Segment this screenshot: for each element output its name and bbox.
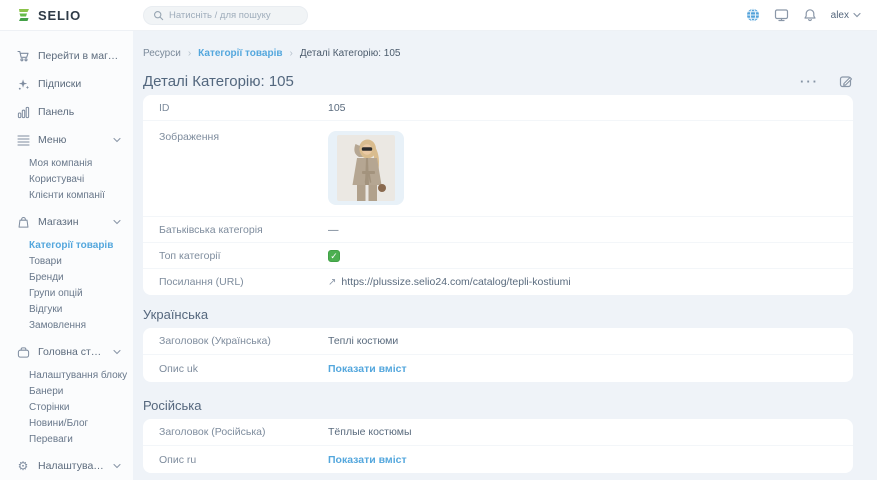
sidebar-item-users[interactable]: Користувачі [0, 172, 133, 188]
row-value-title-ru: Тёплые костюмы [328, 426, 412, 438]
row-label: Посилання (URL) [159, 276, 328, 288]
ukrainian-section-card: Заголовок (Українська) Теплі костюми Опи… [143, 328, 853, 382]
sidebar-group-homepage[interactable]: Головна сторінка [0, 340, 133, 364]
detail-row-id: ID 105 [143, 95, 853, 121]
sidebar-item-subscriptions[interactable]: Підписки [0, 72, 133, 96]
user-name: alex [831, 10, 849, 21]
sidebar-group-store[interactable]: Магазин [0, 210, 133, 234]
row-value-parent: — [328, 224, 339, 236]
notifications-bell-icon[interactable] [803, 8, 817, 22]
sidebar-item-go-to-store[interactable]: Перейти в магазин [0, 44, 133, 68]
chevron-down-icon [113, 219, 121, 225]
sidebar-item-news-blog[interactable]: Новини/Блог [0, 416, 133, 432]
breadcrumb-current: Деталі Категорію: 105 [300, 48, 401, 59]
home-page-icon [16, 346, 30, 359]
show-content-link-uk[interactable]: Показати вміст [328, 363, 407, 375]
chevron-down-icon [113, 137, 121, 143]
category-url-link[interactable]: ↗ https://plussize.selio24.com/catalog/t… [328, 276, 571, 288]
sidebar-item-brands[interactable]: Бренди [0, 270, 133, 286]
sidebar-item-option-groups[interactable]: Групи опцій [0, 286, 133, 302]
show-content-link-ru[interactable]: Показати вміст [328, 454, 407, 466]
sidebar-item-label: Меню [38, 134, 66, 146]
bar-chart-icon [16, 106, 30, 119]
main-content: Ресурси › Категорії товарів › Деталі Кат… [133, 31, 877, 480]
gear-icon: ⚙ [16, 460, 30, 472]
detail-row-image: Зображення [143, 121, 853, 217]
more-actions-icon[interactable]: ··· [800, 75, 819, 88]
detail-row-top-category: Топ категорії ✓ [143, 243, 853, 269]
row-label: Опис uk [159, 363, 328, 375]
sidebar-item-banners[interactable]: Банери [0, 384, 133, 400]
row-label: Заголовок (Українська) [159, 335, 328, 347]
shopping-bag-icon [16, 216, 30, 229]
row-label: Батьківська категорія [159, 224, 328, 236]
sidebar-item-advantages[interactable]: Переваги [0, 432, 133, 448]
section-heading-ukrainian: Українська [143, 307, 853, 323]
row-label: Топ категорії [159, 250, 328, 262]
url-text: https://plussize.selio24.com/catalog/tep… [341, 276, 570, 288]
chevron-down-icon [113, 463, 121, 469]
section-heading-russian: Російська [143, 398, 853, 414]
sidebar-item-label: Перейти в магазин [38, 50, 121, 62]
brand-logo[interactable]: SELIO [16, 7, 133, 23]
sidebar-item-label: Налаштування [38, 460, 105, 472]
row-label: ID [159, 102, 328, 114]
breadcrumb-separator: › [188, 48, 191, 59]
detail-row-title-uk: Заголовок (Українська) Теплі костюми [143, 328, 853, 355]
detail-row-url: Посилання (URL) ↗ https://plussize.selio… [143, 269, 853, 295]
category-image-thumbnail[interactable] [328, 131, 404, 205]
sidebar-item-label: Панель [38, 106, 74, 118]
sidebar-item-orders[interactable]: Замовлення [0, 318, 133, 334]
row-label: Опис ru [159, 454, 328, 466]
breadcrumb-separator: › [290, 48, 293, 59]
row-value-title-uk: Теплі костюми [328, 335, 398, 347]
sidebar-group-settings[interactable]: ⚙ Налаштування [0, 454, 133, 478]
sidebar-item-block-settings[interactable]: Налаштування блоку [0, 368, 133, 384]
breadcrumb-resources[interactable]: Ресурси [143, 48, 181, 59]
sidebar-item-company-clients[interactable]: Клієнти компанії [0, 188, 133, 204]
top-header: SELIO [0, 0, 877, 31]
category-photo [337, 135, 395, 201]
search-input[interactable] [169, 10, 298, 21]
chevron-down-icon [853, 12, 861, 18]
detail-row-description-ru: Опис ru Показати вміст [143, 446, 853, 473]
russian-section-card: Заголовок (Російська) Тёплые костюмы Опи… [143, 419, 853, 473]
chevron-down-icon [113, 349, 121, 355]
sidebar-item-dashboard[interactable]: Панель [0, 100, 133, 124]
sidebar-item-product-categories[interactable]: Категорії товарів [0, 238, 133, 254]
hamburger-menu-icon [16, 135, 30, 146]
search-icon [153, 10, 164, 21]
sparkles-icon [16, 78, 30, 91]
page-title: Деталі Категорію: 105 [143, 73, 294, 90]
sidebar-item-pages[interactable]: Сторінки [0, 400, 133, 416]
selio-logo-icon [16, 7, 32, 23]
global-search[interactable] [143, 6, 308, 25]
sidebar: Перейти в магазин Підписки Панель [0, 31, 133, 480]
detail-row-description-uk: Опис uk Показати вміст [143, 355, 853, 382]
sidebar-item-label: Магазин [38, 216, 79, 228]
display-monitor-icon[interactable] [774, 8, 789, 22]
sidebar-item-label: Підписки [38, 78, 81, 90]
top-category-checkbox[interactable]: ✓ [328, 250, 340, 262]
sidebar-item-my-company[interactable]: Моя компанія [0, 156, 133, 172]
go-to-store-cart-icon [16, 50, 30, 62]
breadcrumb-product-categories[interactable]: Категорії товарів [198, 48, 282, 59]
user-menu[interactable]: alex [831, 10, 861, 21]
row-label: Зображення [159, 131, 328, 143]
edit-pencil-icon[interactable] [839, 74, 853, 88]
sidebar-item-products[interactable]: Товари [0, 254, 133, 270]
language-globe-icon[interactable] [746, 8, 760, 22]
category-details-card: ID 105 Зображення [143, 95, 853, 295]
detail-row-title-ru: Заголовок (Російська) Тёплые костюмы [143, 419, 853, 446]
row-label: Заголовок (Російська) [159, 426, 328, 438]
breadcrumb: Ресурси › Категорії товарів › Деталі Кат… [143, 48, 853, 59]
sidebar-item-label: Головна сторінка [38, 346, 105, 358]
external-link-icon: ↗ [328, 277, 336, 288]
detail-row-parent-category: Батьківська категорія — [143, 217, 853, 243]
brand-name: SELIO [38, 8, 81, 23]
sidebar-group-menu[interactable]: Меню [0, 128, 133, 152]
sidebar-item-reviews[interactable]: Відгуки [0, 302, 133, 318]
row-value-id: 105 [328, 102, 346, 114]
